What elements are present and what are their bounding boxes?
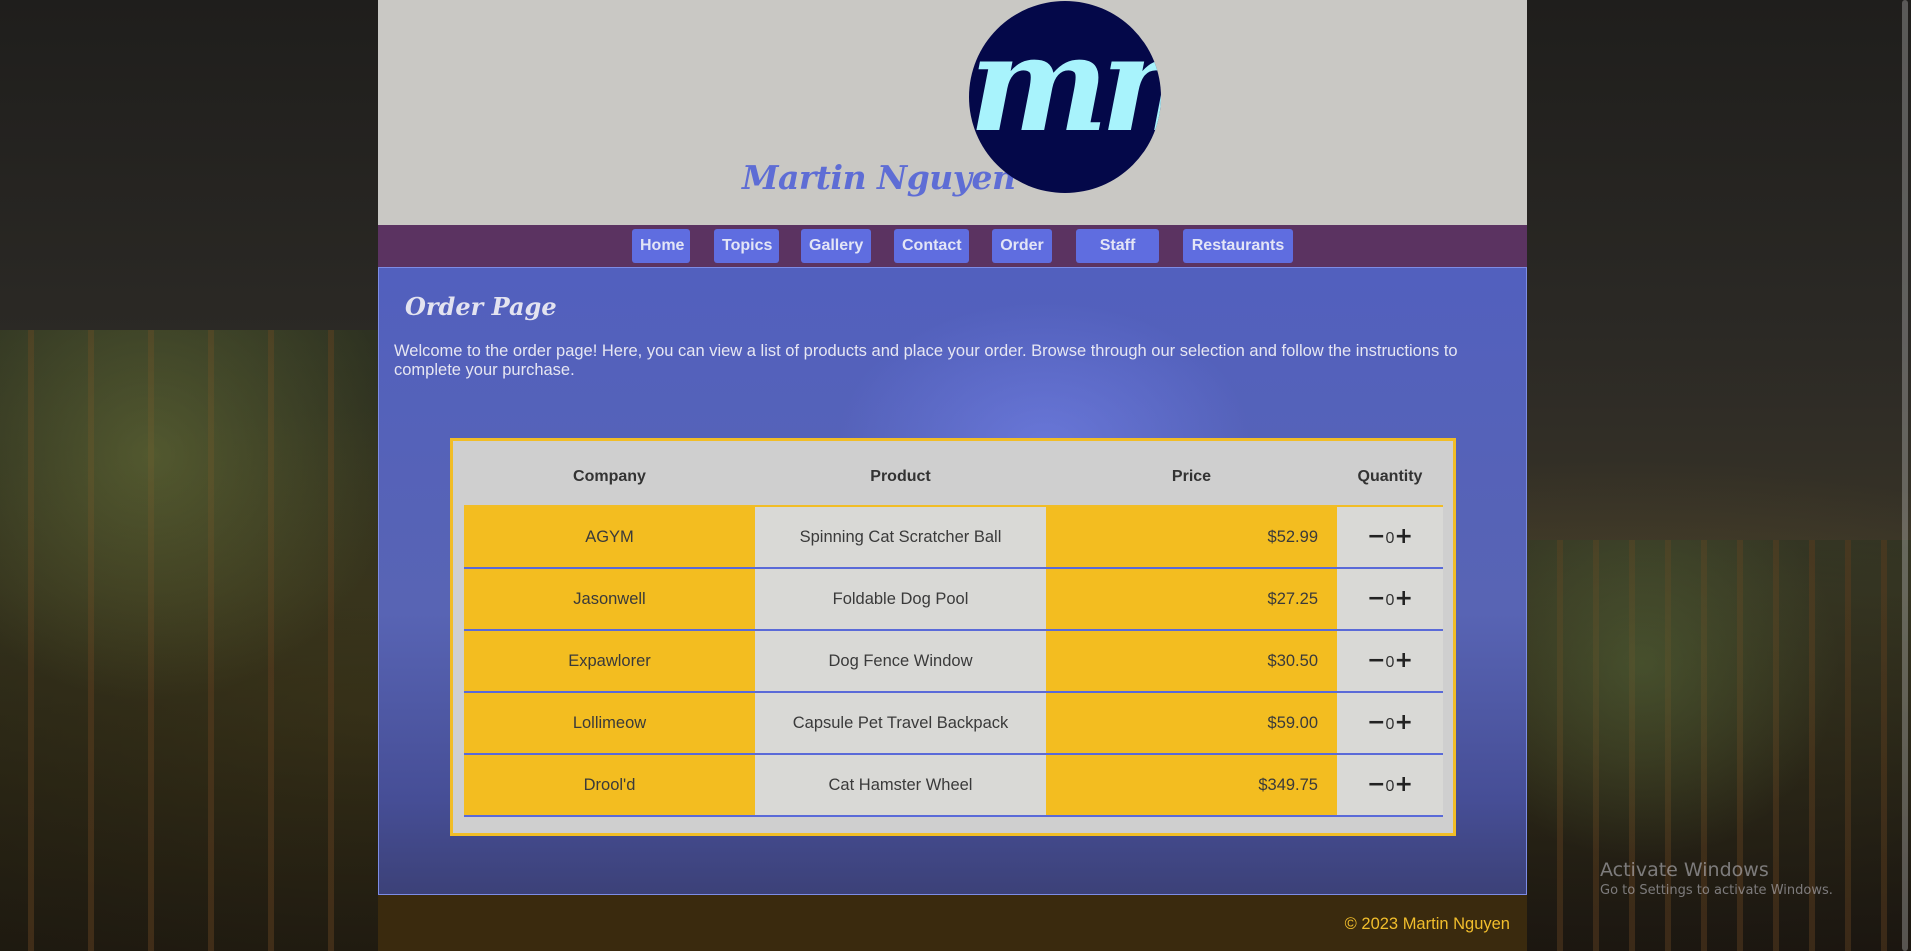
nav-restaurants-button[interactable]: Restaurants (1183, 229, 1293, 263)
company-cell: Drool'd (464, 755, 755, 815)
header-quantity: Quantity (1357, 468, 1423, 485)
logo-text: mn (969, 7, 1161, 162)
nav-order-button[interactable]: Order (992, 229, 1052, 263)
decrease-button[interactable]: − (1367, 524, 1385, 549)
company-cell: Jasonwell (464, 569, 755, 629)
nav-topics-button[interactable]: Topics (714, 229, 779, 263)
header-company: Company (573, 468, 646, 485)
logo[interactable]: mn (969, 1, 1161, 193)
activate-windows-watermark: Activate Windows Go to Settings to activ… (1600, 858, 1833, 900)
product-cell: Dog Fence Window (755, 631, 1046, 691)
price-cell: $349.75 (1046, 755, 1337, 815)
company-cell: Lollimeow (464, 693, 755, 753)
product-cell: Capsule Pet Travel Backpack (755, 693, 1046, 753)
increase-button[interactable]: + (1394, 648, 1412, 673)
company-cell: Expawlorer (464, 631, 755, 691)
product-cell: Spinning Cat Scratcher Ball (755, 507, 1046, 567)
background-trees-left (0, 330, 378, 951)
increase-button[interactable]: + (1394, 586, 1412, 611)
table-row: Drool'd Cat Hamster Wheel $349.75 −0+ (464, 755, 1443, 817)
table-row: Lollimeow Capsule Pet Travel Backpack $5… (464, 693, 1443, 755)
scrollbar-thumb[interactable] (1902, 0, 1908, 951)
quantity-stepper: −0+ (1337, 755, 1443, 815)
page-title: Order Page (405, 292, 557, 321)
quantity-stepper: −0+ (1337, 569, 1443, 629)
header-price: Price (1171, 468, 1212, 485)
product-cell: Foldable Dog Pool (755, 569, 1046, 629)
site-footer: © 2023 Martin Nguyen (378, 895, 1527, 951)
nav-gallery-button[interactable]: Gallery (801, 229, 871, 263)
decrease-button[interactable]: − (1367, 772, 1385, 797)
price-cell: $52.99 (1046, 507, 1337, 567)
table-row: AGYM Spinning Cat Scratcher Ball $52.99 … (464, 507, 1443, 569)
product-cell: Cat Hamster Wheel (755, 755, 1046, 815)
main-nav: Home Topics Gallery Contact Order Staff … (378, 225, 1527, 288)
site-header: Martin Nguyen mn (378, 0, 1527, 225)
watermark-title: Activate Windows (1600, 859, 1769, 881)
page-scrollbar[interactable] (1899, 0, 1911, 951)
increase-button[interactable]: + (1394, 772, 1412, 797)
price-cell: $27.25 (1046, 569, 1337, 629)
company-cell: AGYM (464, 507, 755, 567)
quantity-stepper: −0+ (1337, 507, 1443, 567)
header-product: Product (870, 468, 931, 485)
intro-text: Welcome to the order page! Here, you can… (394, 342, 1458, 379)
increase-button[interactable]: + (1394, 524, 1412, 549)
order-table: Company Product Price Quantity AGYM Spin… (450, 438, 1456, 836)
price-cell: $59.00 (1046, 693, 1337, 753)
page-container: Martin Nguyen mn Home Topics Gallery Con… (378, 0, 1527, 951)
decrease-button[interactable]: − (1367, 648, 1385, 673)
nav-contact-button[interactable]: Contact (894, 229, 969, 263)
copyright-text: © 2023 Martin Nguyen (1344, 915, 1510, 933)
nav-home-button[interactable]: Home (632, 229, 690, 263)
decrease-button[interactable]: − (1367, 710, 1385, 735)
nav-staff-list-button[interactable]: Staff List (1076, 229, 1159, 288)
table-row: Expawlorer Dog Fence Window $30.50 −0+ (464, 631, 1443, 693)
table-row: Jasonwell Foldable Dog Pool $27.25 −0+ (464, 569, 1443, 631)
decrease-button[interactable]: − (1367, 586, 1385, 611)
site-title: Martin Nguyen (742, 158, 1016, 197)
price-cell: $30.50 (1046, 631, 1337, 691)
quantity-stepper: −0+ (1337, 693, 1443, 753)
quantity-stepper: −0+ (1337, 631, 1443, 691)
main-content: Order Page Welcome to the order page! He… (378, 267, 1527, 895)
increase-button[interactable]: + (1394, 710, 1412, 735)
table-header: Company Product Price Quantity (464, 449, 1443, 507)
watermark-subtitle: Go to Settings to activate Windows. (1600, 883, 1833, 898)
